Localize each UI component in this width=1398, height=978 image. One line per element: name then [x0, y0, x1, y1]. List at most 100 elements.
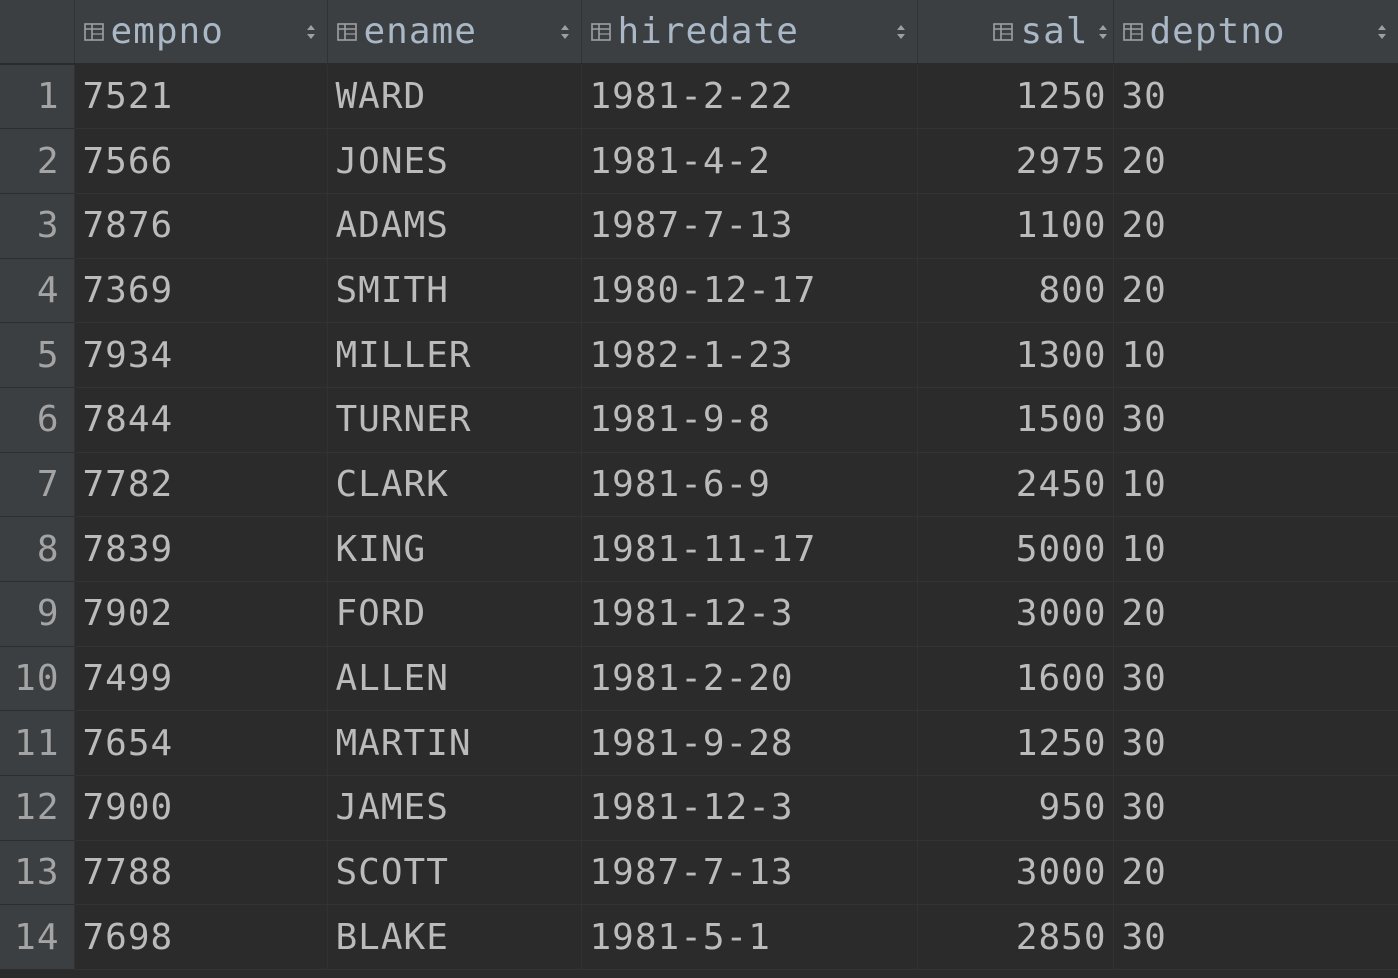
cell-empno[interactable]: 7839: [74, 516, 328, 582]
cell-ename[interactable]: ADAMS: [327, 193, 582, 259]
cell-hiredate[interactable]: 1981-4-2: [581, 128, 918, 194]
cell-empno[interactable]: 7900: [74, 775, 328, 841]
row-number[interactable]: 3: [0, 193, 75, 259]
table-row[interactable]: 3 7876 ADAMS 1987-7-13 1100 20: [0, 193, 1398, 259]
cell-ename[interactable]: JAMES: [327, 775, 582, 841]
table-row[interactable]: 6 7844 TURNER 1981-9-8 1500 30: [0, 387, 1398, 453]
cell-deptno[interactable]: 30: [1113, 387, 1398, 453]
sort-icon[interactable]: [305, 22, 317, 42]
row-number[interactable]: 4: [0, 258, 75, 324]
cell-sal[interactable]: 5000: [917, 516, 1114, 582]
cell-hiredate[interactable]: 1987-7-13: [581, 193, 918, 259]
row-number[interactable]: 14: [0, 904, 75, 971]
cell-ename[interactable]: WARD: [327, 64, 582, 130]
cell-sal[interactable]: 2450: [917, 452, 1114, 518]
cell-empno[interactable]: 7499: [74, 646, 328, 712]
cell-sal[interactable]: 1300: [917, 322, 1114, 388]
row-number[interactable]: 2: [0, 128, 75, 194]
sort-icon[interactable]: [895, 22, 907, 42]
table-row[interactable]: 13 7788 SCOTT 1987-7-13 3000 20: [0, 840, 1398, 906]
cell-empno[interactable]: 7566: [74, 128, 328, 194]
cell-deptno[interactable]: 20: [1113, 581, 1398, 647]
cell-ename[interactable]: JONES: [327, 128, 582, 194]
sort-icon[interactable]: [1376, 22, 1388, 42]
column-header-sal[interactable]: sal: [917, 0, 1114, 65]
table-row[interactable]: 2 7566 JONES 1981-4-2 2975 20: [0, 128, 1398, 194]
column-header-deptno[interactable]: deptno: [1113, 0, 1398, 65]
cell-hiredate[interactable]: 1982-1-23: [581, 322, 918, 388]
cell-deptno[interactable]: 30: [1113, 646, 1398, 712]
result-grid[interactable]: empno ename hiredate sal deptno 1 7521 W…: [0, 0, 1398, 978]
cell-empno[interactable]: 7698: [74, 904, 328, 971]
table-row[interactable]: 5 7934 MILLER 1982-1-23 1300 10: [0, 322, 1398, 388]
cell-empno[interactable]: 7521: [74, 64, 328, 130]
row-number[interactable]: 13: [0, 840, 75, 906]
cell-hiredate[interactable]: 1981-9-28: [581, 710, 918, 777]
table-row[interactable]: 1 7521 WARD 1981-2-22 1250 30: [0, 64, 1398, 130]
cell-sal[interactable]: 800: [917, 258, 1114, 324]
cell-ename[interactable]: KING: [327, 516, 582, 582]
column-header-hiredate[interactable]: hiredate: [581, 0, 918, 65]
table-row[interactable]: 8 7839 KING 1981-11-17 5000 10: [0, 516, 1398, 582]
cell-ename[interactable]: SCOTT: [327, 840, 582, 906]
cell-sal[interactable]: 2975: [917, 128, 1114, 194]
cell-hiredate[interactable]: 1981-6-9: [581, 452, 918, 518]
cell-ename[interactable]: MARTIN: [327, 710, 582, 777]
cell-empno[interactable]: 7654: [74, 710, 328, 777]
cell-sal[interactable]: 1600: [917, 646, 1114, 712]
table-row[interactable]: 10 7499 ALLEN 1981-2-20 1600 30: [0, 646, 1398, 712]
cell-empno[interactable]: 7788: [74, 840, 328, 906]
row-number[interactable]: 12: [0, 775, 75, 841]
cell-empno[interactable]: 7369: [74, 258, 328, 324]
cell-deptno[interactable]: 30: [1113, 775, 1398, 841]
cell-ename[interactable]: MILLER: [327, 322, 582, 388]
row-number[interactable]: 5: [0, 322, 75, 388]
cell-ename[interactable]: SMITH: [327, 258, 582, 324]
cell-deptno[interactable]: 20: [1113, 258, 1398, 324]
cell-hiredate[interactable]: 1981-9-8: [581, 387, 918, 453]
cell-hiredate[interactable]: 1981-11-17: [581, 516, 918, 582]
cell-empno[interactable]: 7902: [74, 581, 328, 647]
corner-cell[interactable]: [0, 0, 75, 65]
cell-ename[interactable]: BLAKE: [327, 904, 582, 971]
row-number[interactable]: 9: [0, 581, 75, 647]
row-number[interactable]: 1: [0, 64, 75, 130]
cell-hiredate[interactable]: 1981-2-22: [581, 64, 918, 130]
cell-sal[interactable]: 1500: [917, 387, 1114, 453]
cell-sal[interactable]: 950: [917, 775, 1114, 841]
cell-sal[interactable]: 1100: [917, 193, 1114, 259]
table-row[interactable]: 7 7782 CLARK 1981-6-9 2450 10: [0, 452, 1398, 518]
cell-deptno[interactable]: 30: [1113, 904, 1398, 971]
cell-sal[interactable]: 1250: [917, 710, 1114, 777]
cell-deptno[interactable]: 10: [1113, 452, 1398, 518]
table-row[interactable]: 11 7654 MARTIN 1981-9-28 1250 30: [0, 710, 1398, 777]
cell-deptno[interactable]: 10: [1113, 516, 1398, 582]
row-number[interactable]: 8: [0, 516, 75, 582]
cell-sal[interactable]: 3000: [917, 840, 1114, 906]
table-row[interactable]: 14 7698 BLAKE 1981-5-1 2850 30: [0, 904, 1398, 971]
table-row[interactable]: 9 7902 FORD 1981-12-3 3000 20: [0, 581, 1398, 647]
cell-hiredate[interactable]: 1980-12-17: [581, 258, 918, 324]
cell-sal[interactable]: 1250: [917, 64, 1114, 130]
table-row[interactable]: 12 7900 JAMES 1981-12-3 950 30: [0, 775, 1398, 841]
cell-empno[interactable]: 7844: [74, 387, 328, 453]
cell-ename[interactable]: CLARK: [327, 452, 582, 518]
cell-hiredate[interactable]: 1981-5-1: [581, 904, 918, 971]
table-row[interactable]: 4 7369 SMITH 1980-12-17 800 20: [0, 258, 1398, 324]
row-number[interactable]: 11: [0, 710, 75, 777]
cell-empno[interactable]: 7782: [74, 452, 328, 518]
sort-icon[interactable]: [1097, 22, 1109, 42]
cell-deptno[interactable]: 10: [1113, 322, 1398, 388]
row-number[interactable]: 7: [0, 452, 75, 518]
cell-hiredate[interactable]: 1981-12-3: [581, 775, 918, 841]
row-number[interactable]: 10: [0, 646, 75, 712]
cell-sal[interactable]: 3000: [917, 581, 1114, 647]
column-header-ename[interactable]: ename: [327, 0, 582, 65]
cell-empno[interactable]: 7876: [74, 193, 328, 259]
row-number[interactable]: 6: [0, 387, 75, 453]
cell-deptno[interactable]: 20: [1113, 840, 1398, 906]
cell-deptno[interactable]: 20: [1113, 128, 1398, 194]
cell-hiredate[interactable]: 1987-7-13: [581, 840, 918, 906]
cell-ename[interactable]: TURNER: [327, 387, 582, 453]
cell-ename[interactable]: ALLEN: [327, 646, 582, 712]
